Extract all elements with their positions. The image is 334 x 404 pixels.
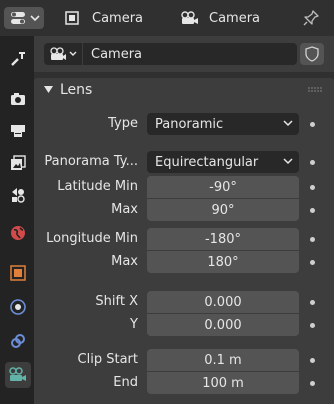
tab-world[interactable] xyxy=(5,220,31,246)
latitude-max-row: Max 90° xyxy=(34,199,334,221)
render-camera-icon xyxy=(11,93,25,105)
shift-y-label: Y xyxy=(130,317,138,332)
latitude-max-value: 90° xyxy=(211,202,235,218)
longitude-min-value: -180° xyxy=(204,231,241,247)
world-icon xyxy=(11,226,25,240)
animate-latitude-min-dot[interactable] xyxy=(310,185,315,190)
type-label: Type xyxy=(108,116,138,131)
tab-tool[interactable] xyxy=(5,46,31,72)
properties-tab-bar xyxy=(0,36,34,404)
clip-start-label: Clip Start xyxy=(77,352,138,367)
latitude-min-field[interactable]: -90° xyxy=(147,176,299,198)
tool-icon xyxy=(11,52,25,66)
shift-y-value: 0.000 xyxy=(204,317,242,333)
tab-camera-data[interactable] xyxy=(5,362,31,388)
panorama-type-dropdown[interactable]: Equirectangular xyxy=(147,151,299,173)
longitude-min-row: Longitude Min -180° xyxy=(34,228,334,250)
camera-name-text: Camera xyxy=(91,46,143,62)
view-layer-icon xyxy=(11,155,26,170)
latitude-min-label: Latitude Min xyxy=(57,179,138,194)
browse-camera-button[interactable] xyxy=(44,43,82,65)
animate-shift-x-dot[interactable] xyxy=(310,300,315,305)
longitude-max-label: Max xyxy=(111,254,138,269)
camera-name-field[interactable]: Camera xyxy=(83,43,297,65)
tab-view-layer[interactable] xyxy=(5,150,31,176)
properties-header: Camera Camera xyxy=(0,0,334,37)
object-name: Camera xyxy=(92,10,144,26)
latitude-max-label: Max xyxy=(111,202,138,217)
latitude-min-row: Latitude Min -90° xyxy=(34,176,334,198)
properties-editor-icon xyxy=(11,12,40,24)
longitude-max-row: Max 180° xyxy=(34,251,334,273)
constraints-icon xyxy=(11,334,25,348)
latitude-min-value: -90° xyxy=(209,179,237,195)
object-breadcrumb[interactable]: Camera xyxy=(64,0,143,36)
animate-clip-end-dot[interactable] xyxy=(310,381,315,386)
latitude-max-field[interactable]: 90° xyxy=(147,199,299,221)
properties-main: Camera Lens Type Panoramic Panorama Ty..… xyxy=(34,36,334,404)
camera-datablock-selector: Camera xyxy=(34,36,334,72)
shift-y-field[interactable]: 0.000 xyxy=(147,314,299,336)
tab-render[interactable] xyxy=(5,86,31,112)
shift-x-row: Shift X 0.000 xyxy=(34,291,334,313)
animate-clip-start-dot[interactable] xyxy=(310,358,315,363)
longitude-max-value: 180° xyxy=(207,254,239,270)
drag-handle-icon[interactable] xyxy=(308,87,322,93)
clip-end-label: End xyxy=(113,375,138,390)
clip-start-row: Clip Start 0.1 m xyxy=(34,349,334,371)
animate-latitude-max-dot[interactable] xyxy=(310,208,315,213)
panel-title: Lens xyxy=(60,82,93,98)
shield-icon xyxy=(305,46,319,62)
camera-data-breadcrumb[interactable]: Camera xyxy=(180,0,260,36)
longitude-min-field[interactable]: -180° xyxy=(147,228,299,250)
object-icon xyxy=(65,11,79,25)
camera-browse-icon xyxy=(50,47,77,60)
object-properties-icon xyxy=(10,265,26,281)
camera-data-name: Camera xyxy=(209,10,261,26)
clip-end-field[interactable]: 100 m xyxy=(147,372,299,394)
output-printer-icon xyxy=(11,125,25,137)
fake-user-button[interactable] xyxy=(300,43,324,65)
tab-physics[interactable] xyxy=(5,294,31,320)
animate-type-dot[interactable] xyxy=(310,122,315,127)
shift-y-row: Y 0.000 xyxy=(34,314,334,336)
type-row: Type Panoramic xyxy=(34,113,334,135)
type-dropdown[interactable]: Panoramic xyxy=(147,113,299,135)
editor-type-button[interactable] xyxy=(4,7,44,29)
longitude-min-label: Longitude Min xyxy=(46,231,138,246)
animate-shift-y-dot[interactable] xyxy=(310,323,315,328)
tab-output[interactable] xyxy=(5,118,31,144)
camera-data-icon xyxy=(181,11,198,24)
tab-scene[interactable] xyxy=(5,182,31,208)
lens-panel-body: Type Panoramic Panorama Ty... Equirectan… xyxy=(34,102,334,404)
pin-icon xyxy=(303,10,319,26)
scene-icon xyxy=(12,188,25,203)
lens-panel-header[interactable]: Lens xyxy=(34,78,334,102)
chevron-down-icon xyxy=(283,120,293,127)
panorama-type-row: Panorama Ty... Equirectangular xyxy=(34,151,334,173)
clip-end-value: 100 m xyxy=(202,375,244,391)
pin-button[interactable] xyxy=(302,0,320,36)
panorama-type-label: Panorama Ty... xyxy=(44,154,138,169)
chevron-down-icon xyxy=(283,158,293,165)
type-value: Panoramic xyxy=(155,116,224,132)
animate-panorama-type-dot[interactable] xyxy=(310,160,315,165)
tab-object[interactable] xyxy=(5,260,31,286)
tab-constraints[interactable] xyxy=(5,328,31,354)
longitude-max-field[interactable]: 180° xyxy=(147,251,299,273)
clip-end-row: End 100 m xyxy=(34,372,334,394)
shift-x-label: Shift X xyxy=(95,294,138,309)
panorama-type-value: Equirectangular xyxy=(155,154,259,170)
clip-start-field[interactable]: 0.1 m xyxy=(147,349,299,371)
animate-longitude-max-dot[interactable] xyxy=(310,260,315,265)
camera-data-tab-icon xyxy=(9,367,26,381)
shift-x-field[interactable]: 0.000 xyxy=(147,291,299,313)
shift-x-value: 0.000 xyxy=(204,294,242,310)
collapse-arrow-icon xyxy=(44,86,53,93)
animate-longitude-min-dot[interactable] xyxy=(310,237,315,242)
clip-start-value: 0.1 m xyxy=(204,352,242,368)
physics-icon xyxy=(10,299,26,315)
